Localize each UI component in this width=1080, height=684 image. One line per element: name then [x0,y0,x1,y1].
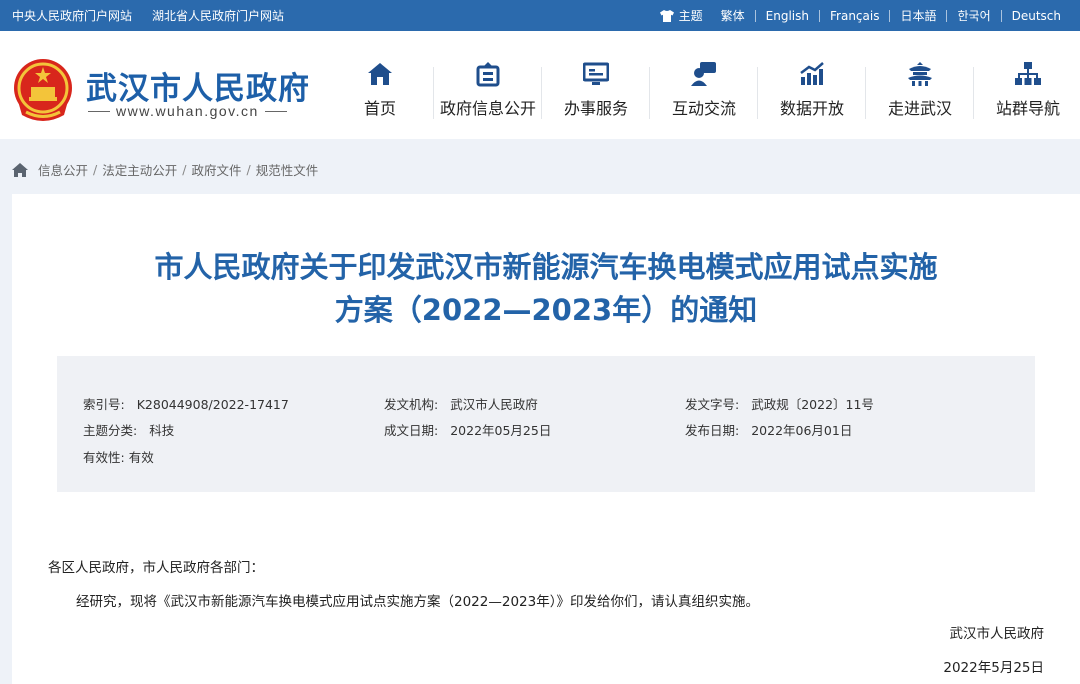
meta-label: 发布日期: [685,423,740,438]
breadcrumb-separator: / [93,162,98,177]
lang-german[interactable]: Deutsch [1000,9,1071,22]
meta-validity: 有效性: 有效 [83,447,154,466]
site-title[interactable]: 武汉市人民政府 [86,63,310,108]
site-header: 武汉市人民政府 www.wuhan.gov.cn 首页 政府信息公开 办事服务 … [0,31,1080,139]
pavilion-icon [908,62,932,86]
shirt-icon [659,9,674,22]
meta-label: 成文日期: [384,423,439,438]
top-links: 中央人民政府门户网站 湖北省人民政府门户网站 [12,0,284,31]
url-dash-right [264,110,287,112]
meta-created-date: 成文日期: 2022年05月25日 [384,420,551,439]
hubei-gov-link[interactable]: 湖北省人民政府门户网站 [152,7,284,24]
meta-label: 发文字号: [685,397,740,412]
meta-label: 主题分类: [83,423,138,438]
interaction-icon [691,62,716,86]
meta-topic: 主题分类: 科技 [83,420,174,439]
article-panel: 市人民政府关于印发武汉市新能源汽车换电模式应用试点实施 方案（2022—2023… [12,194,1080,684]
meta-issuer: 发文机构: 武汉市人民政府 [384,394,538,413]
nav-item-interaction[interactable]: 互动交流 [650,61,758,119]
meta-value: K28044908/2022-17417 [136,397,289,412]
meta-value: 有效 [128,450,154,465]
breadcrumb-separator: / [182,162,187,177]
nav-label: 互动交流 [671,99,736,118]
nav-label: 政府信息公开 [439,99,536,118]
theme-switch[interactable]: 主题 [659,7,703,24]
nav-item-info-disclosure[interactable]: 政府信息公开 [434,61,542,119]
url-dash-left [88,110,110,112]
article-title: 市人民政府关于印发武汉市新能源汽车换电模式应用试点实施 方案（2022—2023… [12,246,1080,332]
language-bar: 主题 繁体 English Français 日本語 한국어 Deutsch [659,0,1071,31]
meta-label: 有效性: [83,450,125,465]
nav-label: 办事服务 [563,99,628,118]
top-bar: 中央人民政府门户网站 湖北省人民政府门户网站 主题 繁体 English Fra… [0,0,1080,31]
article-signature: 武汉市人民政府 [949,626,1045,642]
theme-label: 主题 [678,9,703,23]
nav-label: 数据开放 [779,99,844,118]
meta-value: 武政规〔2022〕11号 [751,397,874,412]
lang-japanese[interactable]: 日本語 [889,9,946,22]
meta-value: 2022年06月01日 [751,423,853,438]
meta-published-date: 发布日期: 2022年06月01日 [685,420,852,439]
nav-item-home[interactable]: 首页 [326,61,434,119]
sitemap-icon [1015,62,1041,85]
nav-item-about-wuhan[interactable]: 走进武汉 [866,61,974,119]
article-salutation: 各区人民政府，市人民政府各部门： [48,560,264,576]
document-meta-box: 索引号: K28044908/2022-17417 发文机构: 武汉市人民政府 发文… [57,356,1035,492]
breadcrumb-separator: / [246,162,251,177]
meta-value: 科技 [149,423,175,438]
meta-value: 武汉市人民政府 [450,397,538,412]
article-title-line1: 市人民政府关于印发武汉市新能源汽车换电模式应用试点实施 [154,250,938,284]
meta-label: 索引号: [83,397,125,412]
data-chart-icon [800,62,824,85]
meta-label: 发文机构: [384,397,439,412]
nav-item-data-open[interactable]: 数据开放 [758,61,866,119]
nav-label: 走进武汉 [887,99,952,118]
service-icon [583,62,609,85]
info-disclosure-icon [476,62,500,87]
lang-korean[interactable]: 한국어 [946,9,1000,22]
article-date: 2022年5月25日 [943,660,1044,676]
breadcrumb: 信息公开 / 法定主动公开 / 政府文件 / 规范性文件 [12,160,318,179]
meta-docno: 发文字号: 武政规〔2022〕11号 [685,394,874,413]
meta-value: 2022年05月25日 [450,423,552,438]
nav-item-service[interactable]: 办事服务 [542,61,650,119]
lang-french[interactable]: Français [819,9,889,22]
lang-english[interactable]: English [754,9,819,22]
site-url-text: www.wuhan.gov.cn [116,103,259,119]
breadcrumb-item[interactable]: 政府文件 [191,160,241,179]
breadcrumb-item[interactable]: 信息公开 [38,160,88,179]
nav-item-site-navigation[interactable]: 站群导航 [974,61,1080,119]
article-title-line2: 方案（2022—2023年）的通知 [334,293,758,327]
home-icon [368,63,392,85]
nav-label: 首页 [363,99,396,118]
nav-label: 站群导航 [995,99,1060,118]
home-icon[interactable] [12,162,28,177]
lang-traditional[interactable]: 繁体 [711,10,755,22]
site-url: www.wuhan.gov.cn [88,103,287,119]
main-nav: 首页 政府信息公开 办事服务 互动交流 数据开放 走进武汉 站群导航 [326,61,1080,119]
central-gov-link[interactable]: 中央人民政府门户网站 [12,7,132,24]
breadcrumb-item[interactable]: 规范性文件 [256,160,319,179]
breadcrumb-item[interactable]: 法定主动公开 [102,160,177,179]
article-paragraph: 经研究，现将《武汉市新能源汽车换电模式应用试点实施方案（2022—2023年）》… [76,594,759,610]
national-emblem-icon[interactable] [12,57,74,123]
meta-index: 索引号: K28044908/2022-17417 [83,394,289,413]
